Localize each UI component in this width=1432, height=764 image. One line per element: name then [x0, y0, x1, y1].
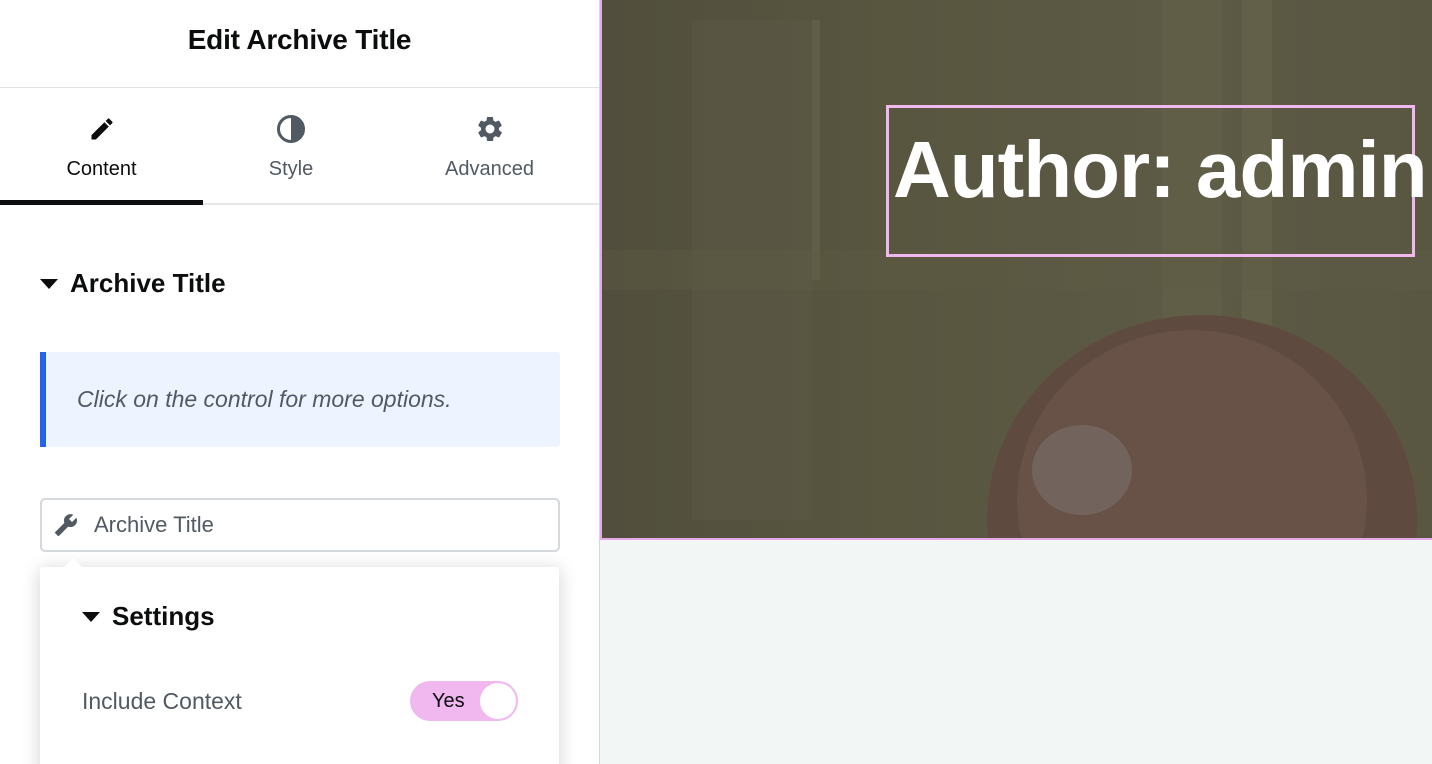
caret-down-icon [40, 278, 58, 289]
settings-popover: Settings Include Context Yes [40, 558, 559, 764]
tab-style-label: Style [268, 158, 314, 180]
toggle-knob [480, 683, 516, 719]
page-preview: Author: admin [600, 0, 1432, 764]
include-context-label: Include Context [82, 687, 242, 714]
settings-title: Settings [112, 601, 215, 631]
selected-widget-outline[interactable]: Author: admin [886, 105, 1428, 257]
panel-tabs: Content Style Advanced [0, 88, 599, 205]
section-title: Archive Title [70, 268, 226, 298]
archive-title-control[interactable]: Archive Title [40, 498, 560, 552]
tab-advanced[interactable]: Advanced [379, 88, 599, 203]
tab-style[interactable]: Style [203, 88, 379, 203]
archive-title-heading: Author: admin [893, 125, 1428, 214]
gear-icon [475, 114, 505, 144]
tab-content-label: Content [66, 158, 137, 180]
pencil-icon [87, 114, 117, 144]
wrench-icon [54, 513, 78, 537]
editor-panel: Edit Archive Title Content Style Advance… [0, 0, 600, 764]
settings-section-toggle[interactable]: Settings [82, 601, 215, 632]
popover-arrow [64, 558, 82, 567]
tab-advanced-label: Advanced [445, 158, 534, 180]
control-label: Archive Title [94, 512, 214, 537]
include-context-toggle[interactable]: Yes [410, 681, 518, 721]
panel-header: Edit Archive Title [0, 0, 599, 88]
panel-title: Edit Archive Title [187, 23, 412, 55]
contrast-icon [276, 114, 306, 144]
notice-text: Click on the control for more options. [77, 386, 452, 412]
info-notice: Click on the control for more options. [40, 352, 560, 447]
archive-title-section-toggle[interactable]: Archive Title [40, 268, 226, 299]
caret-down-icon [82, 611, 100, 622]
include-context-row: Include Context Yes [82, 681, 518, 721]
hero-section[interactable]: Author: admin [600, 0, 1432, 540]
tab-content[interactable]: Content [0, 88, 203, 203]
hero-background-image [602, 0, 1432, 538]
toggle-text: Yes [432, 690, 465, 712]
active-tab-indicator [0, 200, 203, 205]
